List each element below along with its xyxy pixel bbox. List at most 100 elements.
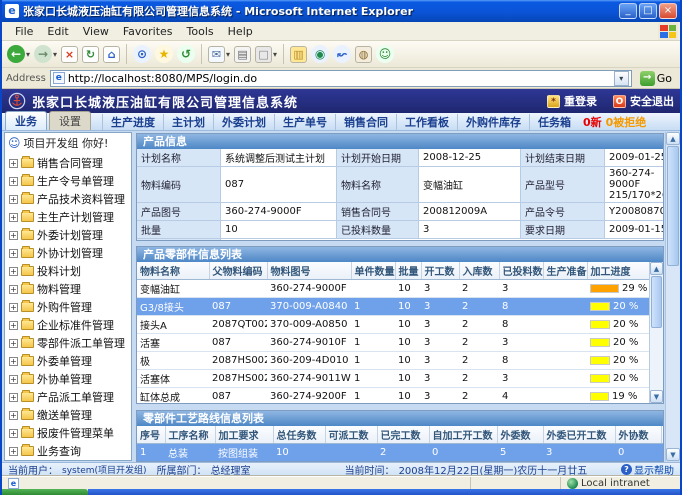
parts-table-row[interactable]: 活塞 087 360-274-9010F 1 10 3 2 3 (137, 334, 649, 352)
parts-table-row[interactable]: G3/8接头 087 370-009-A0840 1 10 3 2 8 (137, 298, 649, 316)
expand-icon[interactable]: + (9, 195, 18, 204)
column-header[interactable]: 物料名称 (137, 262, 209, 280)
sidebar-item[interactable]: + 投料计划 (5, 262, 131, 280)
column-header[interactable]: 外委已开工数 (543, 426, 615, 444)
main-vertical-scrollbar[interactable]: ▲ ▼ (665, 132, 680, 461)
scroll-down-icon[interactable]: ▼ (650, 390, 663, 403)
expand-icon[interactable]: + (9, 267, 18, 276)
menu-view[interactable]: View (76, 23, 116, 40)
column-header[interactable]: 已投料数 (499, 262, 543, 280)
column-header[interactable]: 生产准备 (543, 262, 587, 280)
expand-icon[interactable]: + (9, 249, 18, 258)
nav-item-work-board[interactable]: 工作看板 (396, 114, 457, 130)
vscroll-thumb[interactable] (651, 276, 662, 328)
minimize-button[interactable]: _ (619, 3, 637, 19)
sidebar-item[interactable]: + 缴送单管理 (5, 406, 131, 424)
sidebar-item[interactable]: + 外购件管理 (5, 298, 131, 316)
menu-favorites[interactable]: Favorites (116, 23, 180, 40)
menu-tools[interactable]: Tools (180, 23, 221, 40)
sidebar-item[interactable]: + 业务更改 (5, 460, 131, 461)
nav-item-purchased-parts-stock[interactable]: 外购件库存 (457, 114, 529, 130)
nav-item-sales-contract[interactable]: 销售合同 (335, 114, 396, 130)
edit-button[interactable]: □▾ (254, 45, 278, 64)
refresh-button[interactable]: ↻ (81, 45, 100, 64)
column-header[interactable]: 外协数 (615, 426, 661, 444)
expand-icon[interactable]: + (9, 429, 18, 438)
sidebar-item[interactable]: + 产品派工单管理 (5, 388, 131, 406)
expand-icon[interactable]: + (9, 339, 18, 348)
scroll-up-icon[interactable]: ▲ (666, 132, 680, 145)
expand-icon[interactable]: + (9, 285, 18, 294)
column-header[interactable]: 序号 (137, 426, 165, 444)
windows-taskbar[interactable] (2, 489, 680, 495)
home-button[interactable]: ⌂ (102, 45, 121, 64)
route-table-row[interactable]: 1 总装 按图组装 10 2 0 5 3 0 0 (137, 444, 663, 462)
column-header[interactable]: 入库数 (459, 262, 499, 280)
expand-icon[interactable]: + (9, 159, 18, 168)
favorites-button[interactable]: ★ (154, 44, 174, 64)
column-header[interactable]: 已完工数 (377, 426, 429, 444)
sidebar-item[interactable]: + 零部件派工单管理 (5, 334, 131, 352)
parts-table-row[interactable]: 缸体总成 087 360-274-9200F 1 10 3 2 4 (137, 388, 649, 404)
logout-button[interactable]: O 安全退出 (613, 93, 674, 109)
scroll-down-icon[interactable]: ▼ (666, 448, 680, 461)
column-header[interactable]: 物料图号 (267, 262, 351, 280)
nav-item-master-plan[interactable]: 主计划 (163, 114, 213, 130)
tab-settings[interactable]: 设置 (49, 111, 91, 130)
expand-icon[interactable]: + (9, 177, 18, 186)
column-header[interactable]: 可派工数 (325, 426, 377, 444)
go-button[interactable]: → Go (636, 70, 676, 87)
web-button[interactable]: ◉ (310, 44, 330, 64)
tab-business[interactable]: 业务 (5, 111, 47, 130)
column-header[interactable]: 加工进度 (587, 262, 649, 280)
sidebar-item[interactable]: + 产品技术资料管理 (5, 190, 131, 208)
nav-item-production-order[interactable]: 生产单号 (274, 114, 335, 130)
sidebar-item[interactable]: + 外协计划管理 (5, 244, 131, 262)
sidebar-item[interactable]: + 外委计划管理 (5, 226, 131, 244)
show-help-link[interactable]: ? 显示帮助 (621, 462, 674, 476)
expand-icon[interactable]: + (9, 303, 18, 312)
sidebar-item[interactable]: + 业务查询 (5, 442, 131, 460)
forward-button[interactable]: →▾ (33, 44, 58, 64)
expand-icon[interactable]: + (9, 393, 18, 402)
search-button[interactable]: ⊙ (132, 44, 152, 64)
start-button[interactable] (2, 489, 88, 495)
column-header[interactable]: 外委数 (497, 426, 543, 444)
column-header[interactable]: 批量 (395, 262, 421, 280)
history-button[interactable]: ↺ (176, 44, 196, 64)
expand-icon[interactable]: + (9, 231, 18, 240)
sidebar-item[interactable]: + 销售合同管理 (5, 154, 131, 172)
column-header[interactable]: 开工数 (421, 262, 459, 280)
parts-table-row[interactable]: 变幅油缸 360-274-9000F 10 3 2 3 (137, 280, 649, 298)
sidebar-item[interactable]: + 主生产计划管理 (5, 208, 131, 226)
print-button[interactable]: ▤ (233, 45, 252, 64)
expand-icon[interactable]: + (9, 321, 18, 330)
relogin-button[interactable]: * 重登录 (547, 93, 597, 109)
nav-item-production-progress[interactable]: 生产进度 (102, 114, 163, 130)
column-header[interactable]: 自加工开工数 (429, 426, 497, 444)
expand-icon[interactable]: + (9, 213, 18, 222)
column-header[interactable]: 父物料编码 (209, 262, 267, 280)
expand-icon[interactable]: + (9, 375, 18, 384)
address-input[interactable]: e http://localhost:8080/MPS/login.do ▾ (50, 70, 632, 87)
menu-file[interactable]: File (8, 23, 40, 40)
close-button[interactable]: × (659, 3, 677, 19)
column-header[interactable]: 外协 (661, 426, 663, 444)
column-header[interactable]: 单件数量 (351, 262, 395, 280)
messenger-button[interactable]: ↜ (332, 44, 352, 64)
notes-button[interactable]: ▥ (289, 45, 308, 64)
address-dropdown-icon[interactable]: ▾ (614, 71, 629, 86)
nav-item-outsource-plan[interactable]: 外委计划 (213, 114, 274, 130)
parts-table-row[interactable]: 极 2087HS002 360-209-4D010 1 10 3 2 8 (137, 352, 649, 370)
sidebar-item[interactable]: + 报废件管理菜单 (5, 424, 131, 442)
sidebar-item[interactable]: + 生产令号单管理 (5, 172, 131, 190)
expand-icon[interactable]: + (9, 411, 18, 420)
menu-edit[interactable]: Edit (40, 23, 75, 40)
parts-vertical-scrollbar[interactable]: ▲ ▼ (649, 262, 663, 403)
sidebar-item[interactable]: + 企业标准件管理 (5, 316, 131, 334)
menu-help[interactable]: Help (221, 23, 260, 40)
expand-icon[interactable]: + (9, 357, 18, 366)
mail-button[interactable]: ✉▾ (207, 45, 231, 64)
main-scroll-thumb[interactable] (667, 146, 679, 266)
column-header[interactable]: 工序名称 (165, 426, 215, 444)
